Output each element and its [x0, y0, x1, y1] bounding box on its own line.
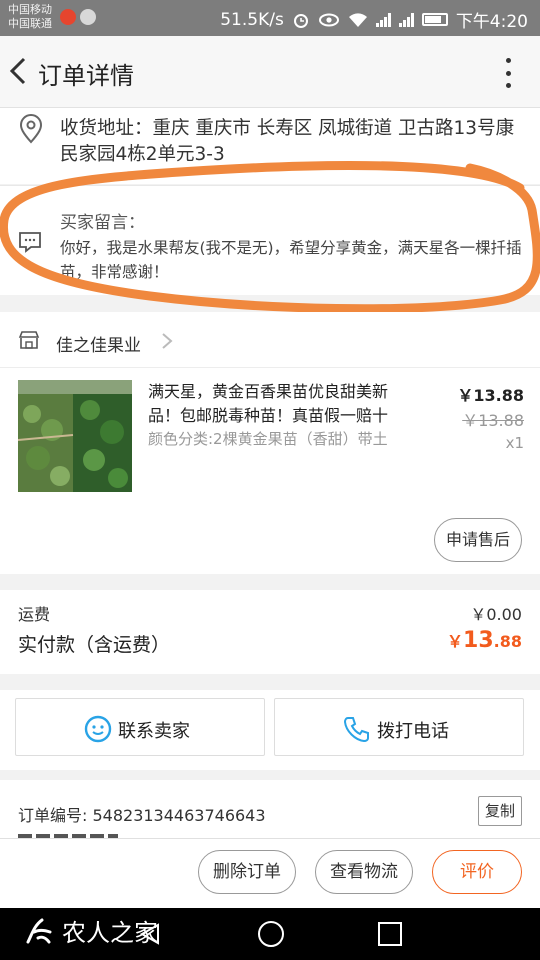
shipping-fee-value: ￥0.00	[470, 605, 522, 624]
apply-aftersale-button[interactable]: 申请售后	[433, 518, 522, 562]
remark-title: 买家留言：	[60, 213, 145, 233]
product-title: 满天星，黄金百香果苗优良甜美新品！包邮脱毒种苗！真苗假一赔十	[148, 382, 389, 425]
weibo-notification-icon	[60, 9, 76, 25]
signal-3g-icon	[398, 12, 414, 27]
carrier-1: 中国移动	[8, 3, 52, 16]
eye-icon	[318, 13, 339, 26]
shipping-address: 收货地址：重庆 重庆市 长寿区 凤城街道 卫古路13号康民家园4栋2单元3-3	[60, 118, 515, 165]
contact-section: 联系卖家 拨打电话	[0, 690, 540, 770]
paid-amount-label: 实付款（含运费）	[18, 634, 171, 656]
contact-seller-button[interactable]: 联系卖家	[15, 698, 265, 756]
shop-icon	[18, 331, 40, 349]
shipping-address-section: 收货地址：重庆 重庆市 长寿区 凤城街道 卫古路13号康民家园4栋2单元3-3	[0, 108, 540, 184]
product-original-price: ￥13.88	[462, 411, 524, 430]
fee-section: 运费 ￥0.00 实付款（含运费） ￥13.88	[0, 590, 540, 674]
message-icon	[19, 232, 41, 253]
shop-row[interactable]: 佳之佳果业	[0, 312, 540, 368]
order-actions-bar: 删除订单 查看物流 评价	[0, 838, 540, 908]
product-price: ￥13.88	[457, 386, 524, 405]
product-thumbnail[interactable]	[18, 380, 132, 492]
phone-icon	[343, 717, 369, 743]
paid-integer: 13	[463, 628, 494, 653]
view-logistics-button[interactable]: 查看物流	[315, 850, 413, 894]
nav-home-icon[interactable]	[258, 921, 284, 947]
product-quantity: x1	[505, 434, 524, 452]
delete-order-button[interactable]: 删除订单	[198, 850, 296, 894]
chat-bubble-icon	[84, 715, 112, 743]
chevron-right-icon	[162, 333, 173, 349]
paid-decimal: .88	[493, 632, 522, 651]
order-number: 订单编号: 54823134463746643	[18, 806, 266, 825]
carrier-labels: 中国移动 中国联通	[8, 3, 52, 31]
contact-seller-label: 联系卖家	[118, 721, 190, 742]
network-speed: 51.5K/s	[220, 9, 284, 30]
watermark-logo-icon	[26, 918, 52, 943]
call-phone-label: 拨打电话	[377, 721, 449, 742]
status-bar: 中国移动 中国联通 51.5K/s 下午4:20	[0, 0, 540, 36]
order-number-section: 订单编号: 54823134463746643 复制	[0, 780, 540, 840]
notification-icons	[60, 9, 96, 25]
buyer-remark-section: 买家留言： 你好，我是水果帮友(我不是无)，希望分享黄金，满天星各一棵扦插苗，非…	[0, 185, 540, 295]
paid-amount-value: ￥13.88	[447, 628, 522, 653]
product-spec: 颜色分类:2棵黄金果苗（香甜）带土	[148, 430, 388, 448]
nav-back-icon[interactable]	[138, 922, 162, 946]
chat-notification-icon	[80, 9, 96, 25]
shop-name: 佳之佳果业	[56, 336, 141, 356]
location-pin-icon	[19, 114, 43, 144]
call-phone-button[interactable]: 拨打电话	[274, 698, 524, 756]
wifi-icon	[348, 12, 367, 27]
signal-icon	[375, 12, 391, 27]
paid-currency: ￥	[447, 632, 464, 651]
review-button[interactable]: 评价	[432, 850, 522, 894]
alarm-icon	[293, 13, 308, 28]
copy-order-number-button[interactable]: 复制	[478, 796, 522, 826]
app-header: 订单详情	[0, 36, 540, 108]
system-navigation-bar: 农人之家	[0, 908, 540, 960]
remark-text: 你好，我是水果帮友(我不是无)，希望分享黄金，满天星各一棵扦插苗，非常感谢！	[60, 239, 522, 281]
carrier-2: 中国联通	[8, 17, 52, 30]
more-options-icon[interactable]	[504, 58, 512, 88]
nav-recent-apps-icon[interactable]	[378, 922, 402, 946]
battery-icon	[421, 13, 448, 26]
product-item[interactable]: 满天星，黄金百香果苗优良甜美新品！包邮脱毒种苗！真苗假一赔十 颜色分类:2棵黄金…	[0, 368, 540, 574]
back-arrow-icon[interactable]	[6, 56, 32, 86]
status-right: 51.5K/s 下午4:20	[220, 7, 528, 33]
shipping-fee-label: 运费	[18, 605, 51, 624]
clock: 下午4:20	[455, 12, 528, 32]
page-title: 订单详情	[38, 62, 134, 90]
